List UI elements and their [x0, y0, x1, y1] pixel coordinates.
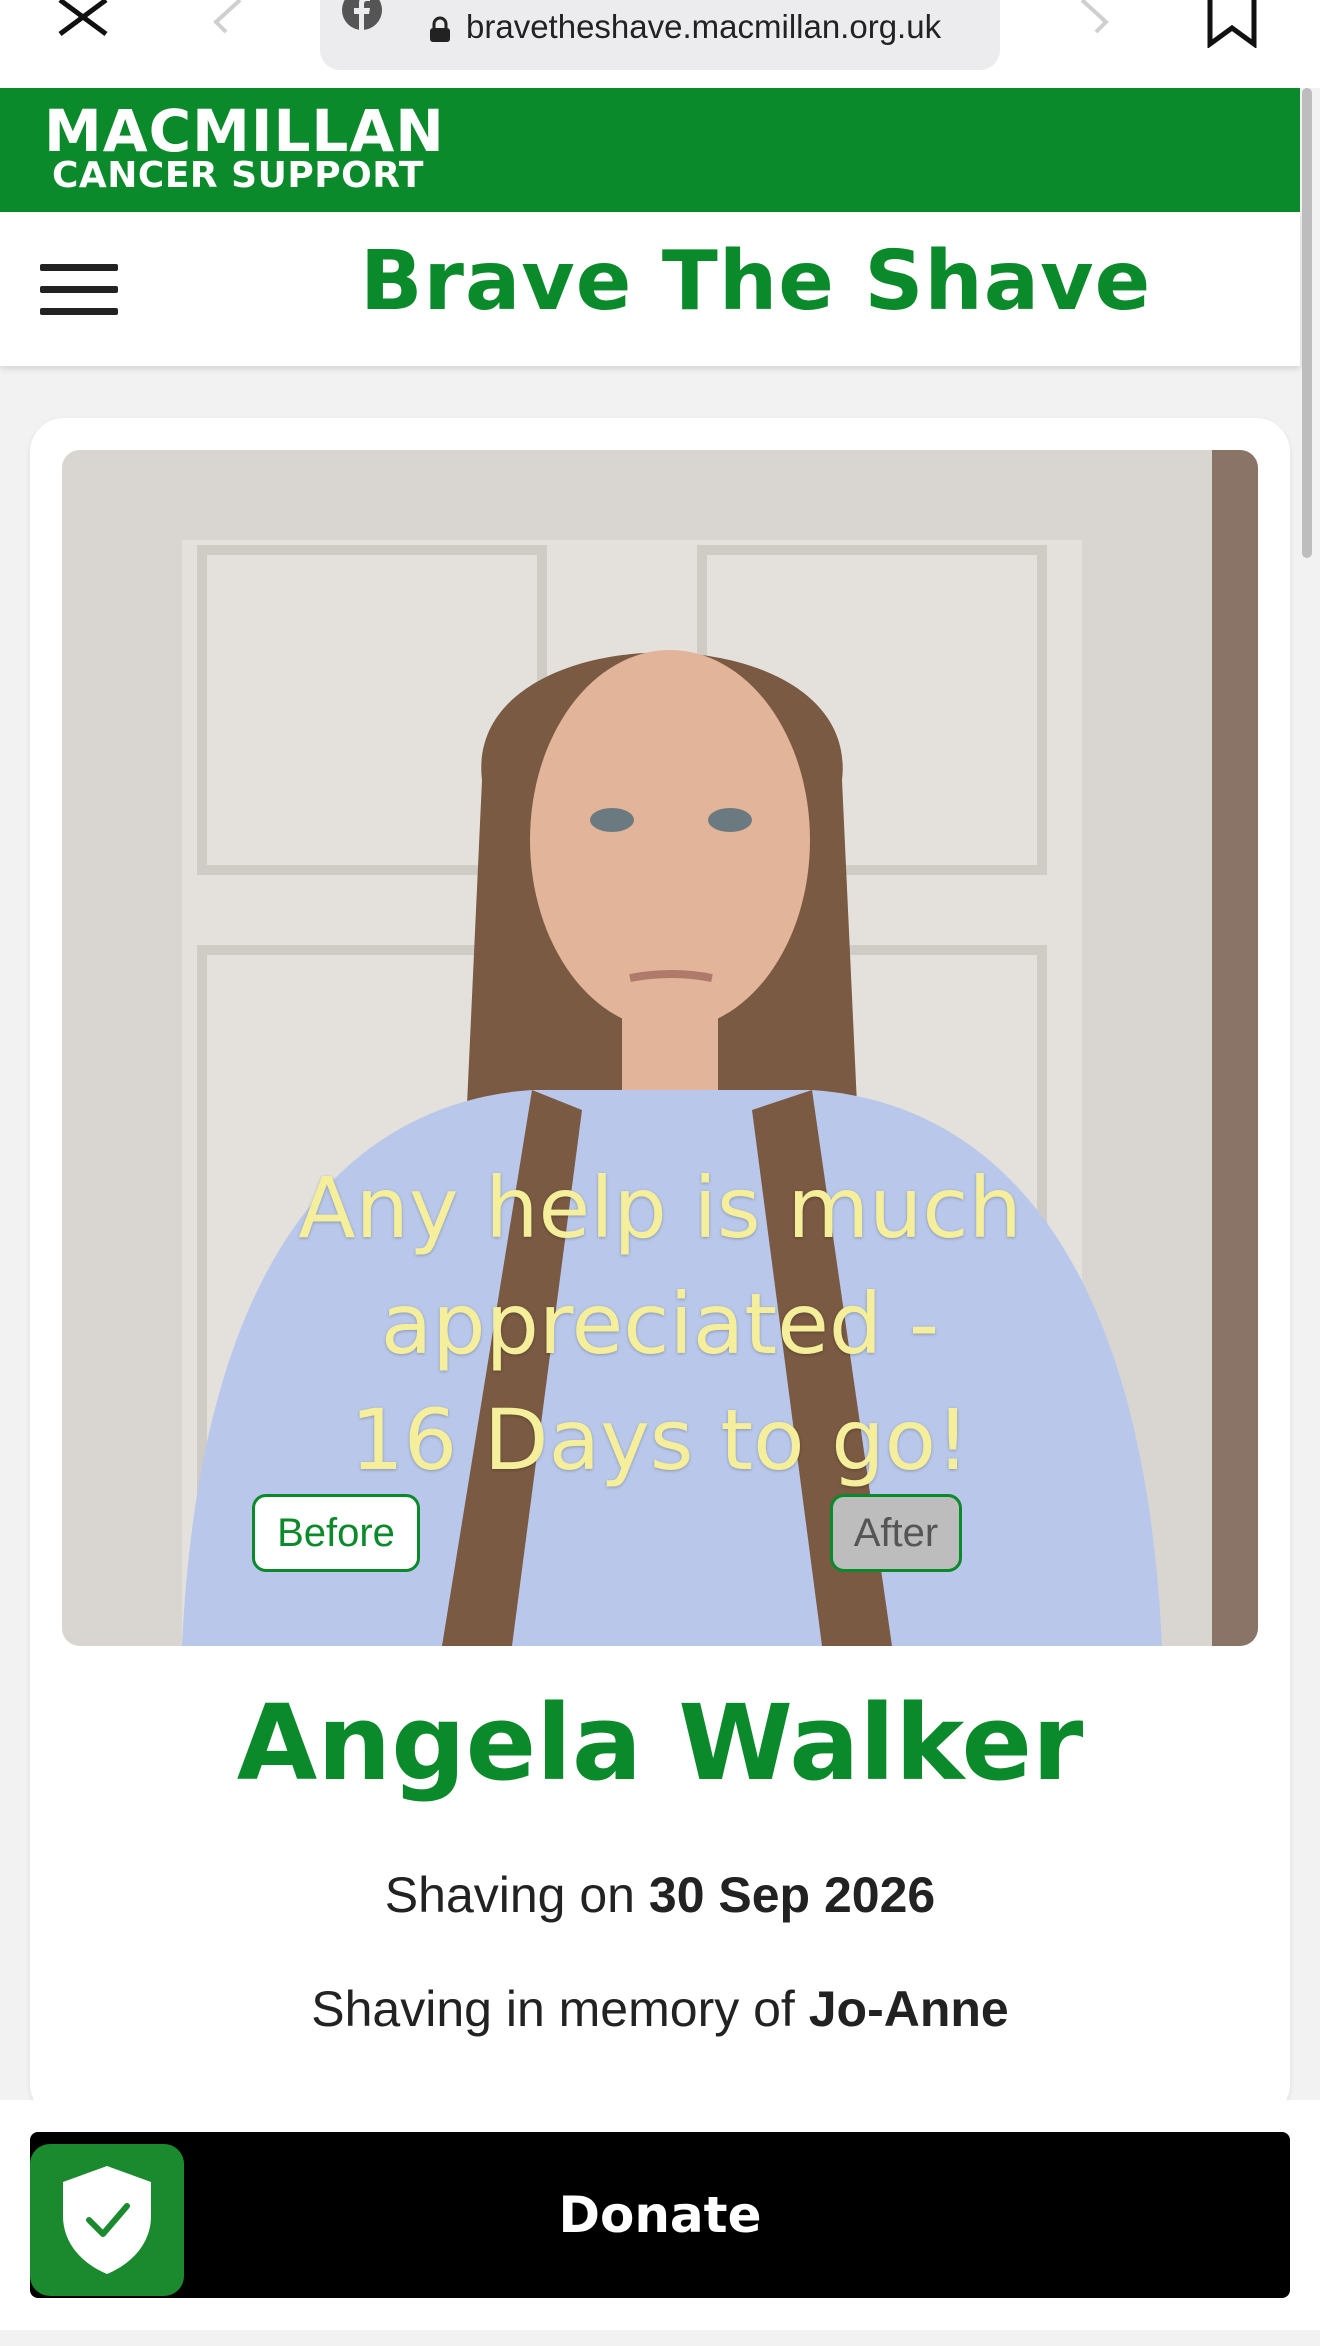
overlay-line: Any help is much	[298, 1159, 1022, 1257]
site-title[interactable]: Brave The Shave	[360, 234, 1151, 329]
forward-icon[interactable]	[1076, 0, 1116, 40]
menu-icon[interactable]	[40, 264, 120, 328]
overlay-message: Any help is much appreciated - 16 Days t…	[62, 1150, 1258, 1498]
donate-button[interactable]: Donate	[30, 2132, 1290, 2298]
page-scrollbar[interactable]	[1302, 88, 1312, 558]
lock-icon	[428, 16, 452, 44]
site-nav: Brave The Shave	[0, 212, 1300, 366]
logo-line-1: MACMILLAN	[44, 97, 445, 165]
memory-line: Shaving in memory of Jo-Anne	[30, 1980, 1290, 2038]
browser-toolbar: bravetheshave.macmillan.org.uk	[0, 0, 1320, 88]
after-button[interactable]: After	[830, 1494, 962, 1572]
url-text: bravetheshave.macmillan.org.uk	[466, 8, 942, 45]
donate-bar: Donate	[0, 2100, 1320, 2330]
memory-label: Shaving in memory of	[311, 1981, 795, 2037]
close-icon[interactable]	[52, 0, 116, 40]
brand-bar: MACMILLAN CANCER SUPPORT	[0, 88, 1300, 212]
back-icon[interactable]	[206, 0, 246, 40]
fundraiser-name: Angela Walker	[236, 1682, 1084, 1804]
shaving-on-label: Shaving on	[384, 1867, 635, 1923]
overlay-line: appreciated -	[380, 1275, 940, 1373]
memory-name: Jo-Anne	[808, 1981, 1009, 2037]
overlay-line: 16 Days to go!	[350, 1391, 970, 1489]
logo-line-2: CANCER SUPPORT	[52, 155, 424, 196]
fundraiser-card: Any help is much appreciated - 16 Days t…	[30, 418, 1290, 2118]
shaving-date: 30 Sep 2026	[648, 1867, 936, 1923]
address-bar[interactable]: bravetheshave.macmillan.org.uk	[320, 0, 1000, 70]
macmillan-logo[interactable]: MACMILLAN CANCER SUPPORT	[44, 102, 445, 194]
before-button[interactable]: Before	[252, 1494, 420, 1572]
shaving-date-line: Shaving on 30 Sep 2026	[30, 1866, 1290, 1924]
shield-check-icon[interactable]	[30, 2144, 184, 2296]
facebook-icon	[342, 0, 382, 30]
bookmark-icon[interactable]	[1206, 0, 1258, 49]
profile-photo: Any help is much appreciated - 16 Days t…	[62, 450, 1258, 1646]
